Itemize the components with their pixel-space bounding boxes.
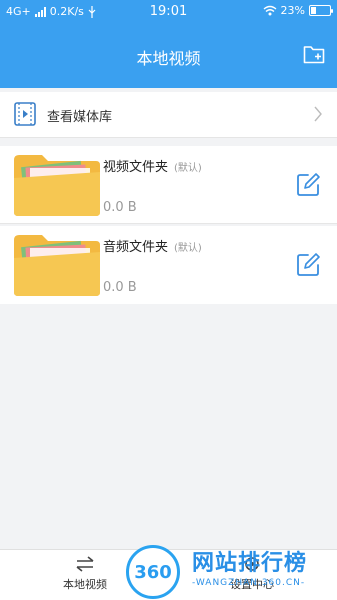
media-library-label: 查看媒体库 [47,110,113,125]
folder-size: 0.0 B [103,280,137,295]
status-right: 23% [263,4,333,17]
status-bar: 4G+ 0.2K/s 19:01 23% [0,0,337,24]
folder-icon [14,155,100,216]
nav-label: 本地视频 [63,578,107,591]
folder-item-audio[interactable]: 音频文件夹 (默认) 0.0 B [0,226,337,304]
folder-name: 视频文件夹 (默认) [103,156,202,175]
battery-percent: 23% [280,4,305,17]
folder-item-video[interactable]: 视频文件夹 (默认) 0.0 B [0,146,337,224]
folder-size: 0.0 B [103,200,137,215]
media-library-row[interactable]: 查看媒体库 [0,92,337,138]
nav-local-video[interactable]: 本地视频 [45,556,125,592]
nav-label: 设置中心 [230,578,274,591]
default-tag: (默认) [174,243,202,254]
page-title: 本地视频 [136,49,201,68]
edit-icon[interactable] [295,172,321,198]
swap-arrows-icon [76,556,94,572]
wifi-icon [263,5,276,16]
nav-settings[interactable]: 设置中心 [212,556,292,592]
default-tag: (默认) [174,163,202,174]
folder-icon [14,235,100,296]
app-header: 4G+ 0.2K/s 19:01 23% 本地视频 [0,0,337,88]
folder-name: 音频文件夹 (默认) [103,236,202,255]
video-file-icon [14,102,36,126]
bottom-nav: 本地视频 设置中心 [0,549,337,600]
battery-icon [309,5,333,16]
edit-icon[interactable] [295,252,321,278]
settings-icon [245,557,259,571]
folder-title: 音频文件夹 [103,240,169,255]
chevron-right-icon [314,106,322,122]
add-folder-icon[interactable] [303,44,325,64]
folder-title: 视频文件夹 [103,160,169,175]
